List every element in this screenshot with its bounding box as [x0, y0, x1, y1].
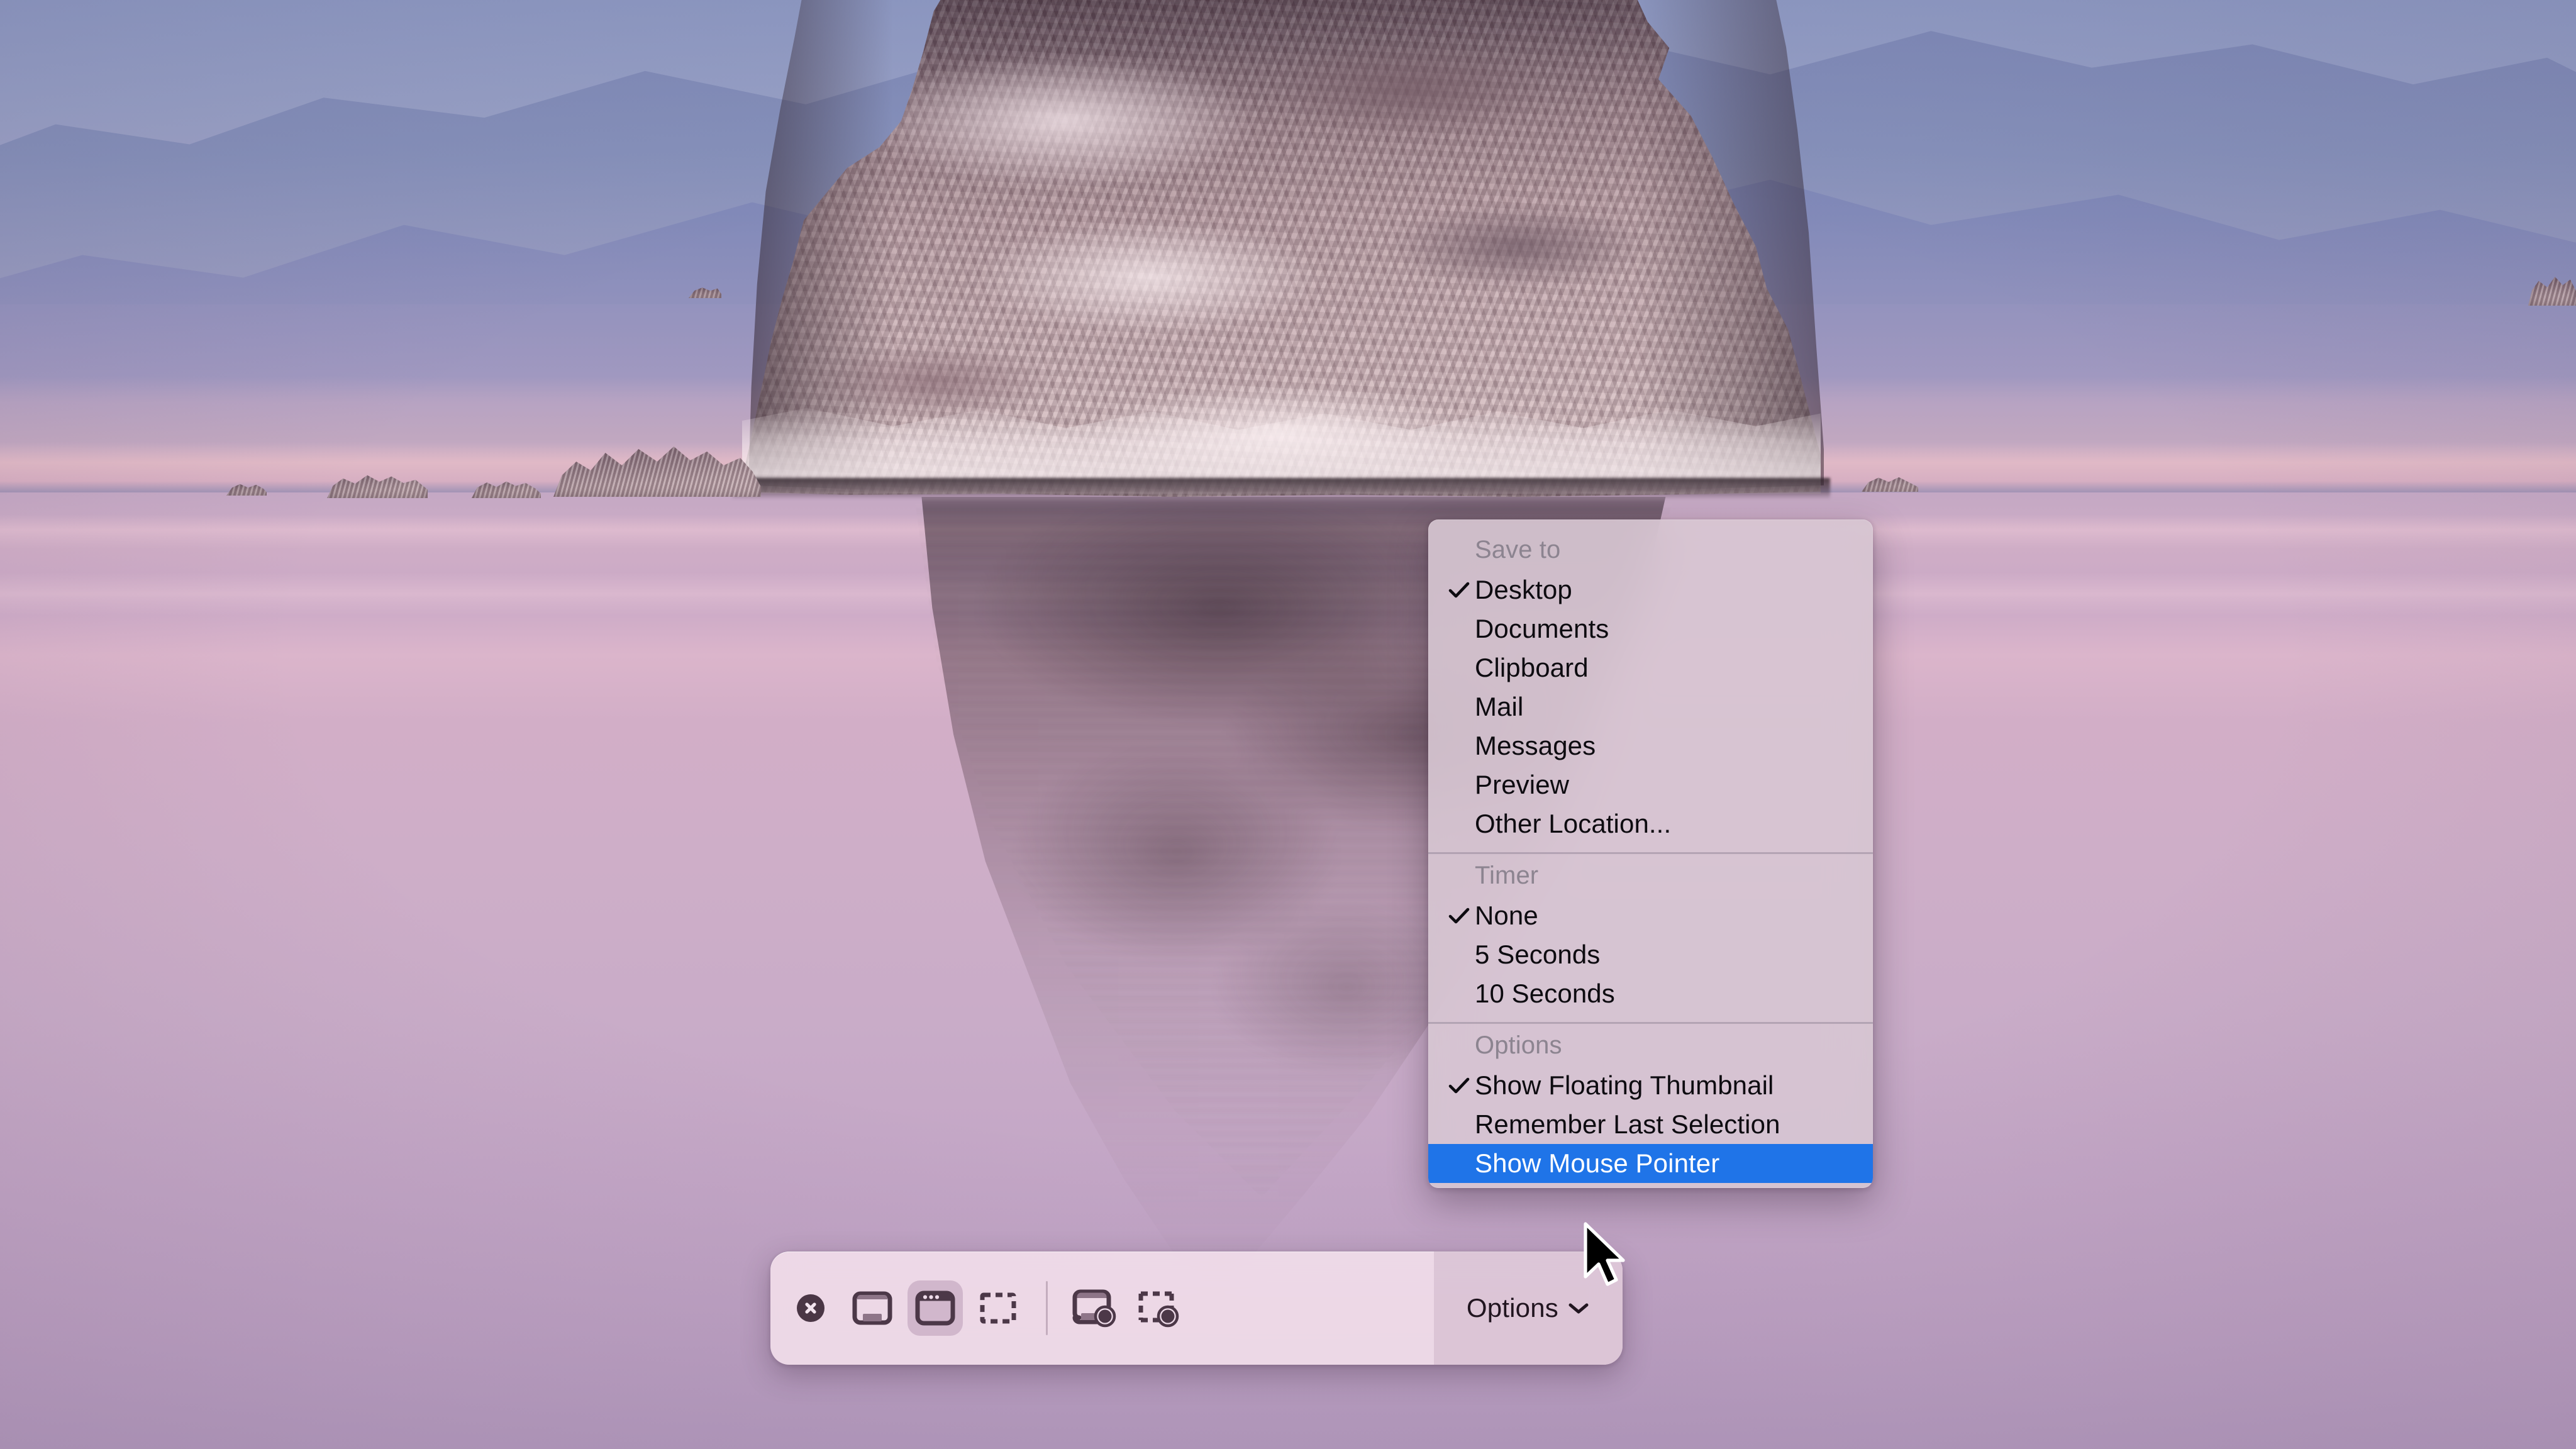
mouse-cursor — [1580, 1221, 1631, 1292]
menu-item-show-mouse-pointer[interactable]: Show Mouse Pointer — [1428, 1144, 1873, 1183]
menu-item-label: 10 Seconds — [1475, 979, 1615, 1008]
display-icon — [852, 1291, 892, 1325]
menu-item-label: Remember Last Selection — [1475, 1109, 1780, 1139]
menu-item-timer-10-seconds[interactable]: 10 Seconds — [1428, 974, 1873, 1013]
checkmark-icon — [1445, 906, 1475, 925]
menu-item-label: Messages — [1475, 731, 1596, 760]
menu-item-label: Documents — [1475, 614, 1609, 643]
menu-item-label: Show Floating Thumbnail — [1475, 1070, 1774, 1100]
checkmark-icon — [1445, 1076, 1475, 1095]
desktop-wallpaper — [0, 0, 2576, 1449]
record-entire-screen-button[interactable] — [1068, 1280, 1123, 1336]
record-selected-portion-button[interactable] — [1131, 1280, 1186, 1336]
toolbar-divider — [1046, 1281, 1048, 1335]
menu-item-label: 5 Seconds — [1475, 940, 1601, 969]
menu-item-messages[interactable]: Messages — [1428, 726, 1873, 765]
menu-section-title-save-to: Save to — [1475, 536, 1561, 564]
options-dropdown-menu: Save to Desktop Documents Clipboard Mail… — [1428, 519, 1873, 1188]
menu-item-other-location[interactable]: Other Location... — [1428, 804, 1873, 843]
capture-entire-screen-button[interactable] — [845, 1280, 900, 1336]
dashed-rectangle-record-icon — [1138, 1291, 1179, 1328]
screenshot-toolbar: Options — [770, 1252, 1623, 1365]
menu-item-label: Mail — [1475, 692, 1524, 721]
arrow-pointer-icon — [1584, 1222, 1625, 1286]
display-record-icon — [1072, 1289, 1116, 1328]
dashed-rectangle-icon — [980, 1292, 1016, 1324]
menu-item-desktop[interactable]: Desktop — [1428, 570, 1873, 609]
menu-item-preview[interactable]: Preview — [1428, 765, 1873, 804]
close-icon — [805, 1302, 816, 1314]
menu-item-label: None — [1475, 901, 1538, 930]
window-icon — [915, 1291, 955, 1326]
menu-item-documents[interactable]: Documents — [1428, 609, 1873, 648]
menu-section-title-options: Options — [1475, 1031, 1562, 1059]
menu-item-show-floating-thumbnail[interactable]: Show Floating Thumbnail — [1428, 1066, 1873, 1105]
menu-item-timer-5-seconds[interactable]: 5 Seconds — [1428, 935, 1873, 974]
menu-separator — [1428, 852, 1873, 854]
menu-item-label: Other Location... — [1475, 809, 1672, 838]
menu-item-label: Show Mouse Pointer — [1475, 1148, 1720, 1178]
menu-section-title-timer: Timer — [1475, 862, 1539, 889]
checkmark-icon — [1445, 580, 1475, 599]
menu-item-remember-last-selection[interactable]: Remember Last Selection — [1428, 1105, 1873, 1144]
menu-item-label: Clipboard — [1475, 653, 1589, 682]
capture-selected-portion-button[interactable] — [970, 1280, 1026, 1336]
menu-item-timer-none[interactable]: None — [1428, 896, 1873, 935]
menu-separator — [1428, 1022, 1873, 1024]
toolbar-capture-controls — [770, 1252, 1190, 1365]
chevron-down-icon — [1568, 1303, 1589, 1314]
menu-item-clipboard[interactable]: Clipboard — [1428, 648, 1873, 687]
wallpaper-vignette — [0, 0, 2576, 1449]
capture-selected-window-button[interactable] — [908, 1280, 963, 1336]
close-button[interactable] — [797, 1294, 824, 1322]
menu-item-label: Desktop — [1475, 575, 1572, 604]
menu-item-label: Preview — [1475, 770, 1570, 799]
menu-item-mail[interactable]: Mail — [1428, 687, 1873, 726]
options-button-label: Options — [1466, 1293, 1558, 1323]
